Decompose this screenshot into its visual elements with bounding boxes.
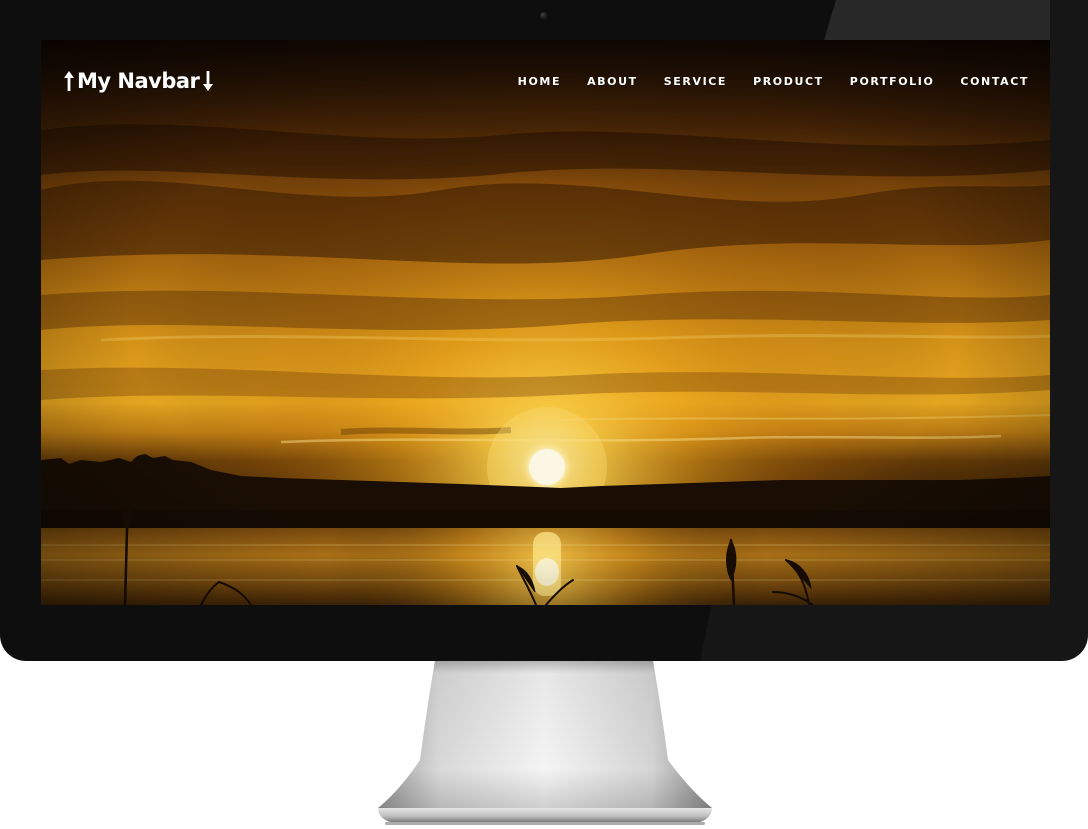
nav-menu: HOME ABOUT SERVICE PRODUCT PORTFOLIO CON… — [492, 70, 1029, 89]
nav-item-service: SERVICE — [664, 70, 727, 89]
nav-item-about: ABOUT — [587, 70, 638, 89]
monitor-mockup: My Navbar HOME ABOUT SERVICE PRODUCT POR… — [0, 0, 1088, 829]
nav-item-portfolio: PORTFOLIO — [850, 70, 935, 89]
nav-item-contact: CONTACT — [960, 70, 1029, 89]
nav-link-home[interactable]: HOME — [518, 75, 561, 88]
brand-title: My Navbar — [77, 69, 200, 93]
nav-link-portfolio[interactable]: PORTFOLIO — [850, 75, 935, 88]
website-screen: My Navbar HOME ABOUT SERVICE PRODUCT POR… — [41, 40, 1050, 605]
nav-link-service[interactable]: SERVICE — [664, 75, 727, 88]
nav-link-product[interactable]: PRODUCT — [753, 75, 824, 88]
hero-image — [41, 40, 1050, 605]
arrow-down-icon — [203, 71, 214, 91]
webcam-icon — [540, 12, 547, 19]
navbar-brand[interactable]: My Navbar — [63, 66, 214, 96]
nav-item-product: PRODUCT — [753, 70, 824, 89]
monitor-bezel: My Navbar HOME ABOUT SERVICE PRODUCT POR… — [0, 0, 1088, 661]
nav-link-about[interactable]: ABOUT — [587, 75, 638, 88]
nav-item-home: HOME — [518, 70, 561, 89]
arrow-up-icon — [64, 71, 74, 91]
nav-link-contact[interactable]: CONTACT — [960, 75, 1029, 88]
site-navbar: My Navbar HOME ABOUT SERVICE PRODUCT POR… — [41, 40, 1050, 120]
